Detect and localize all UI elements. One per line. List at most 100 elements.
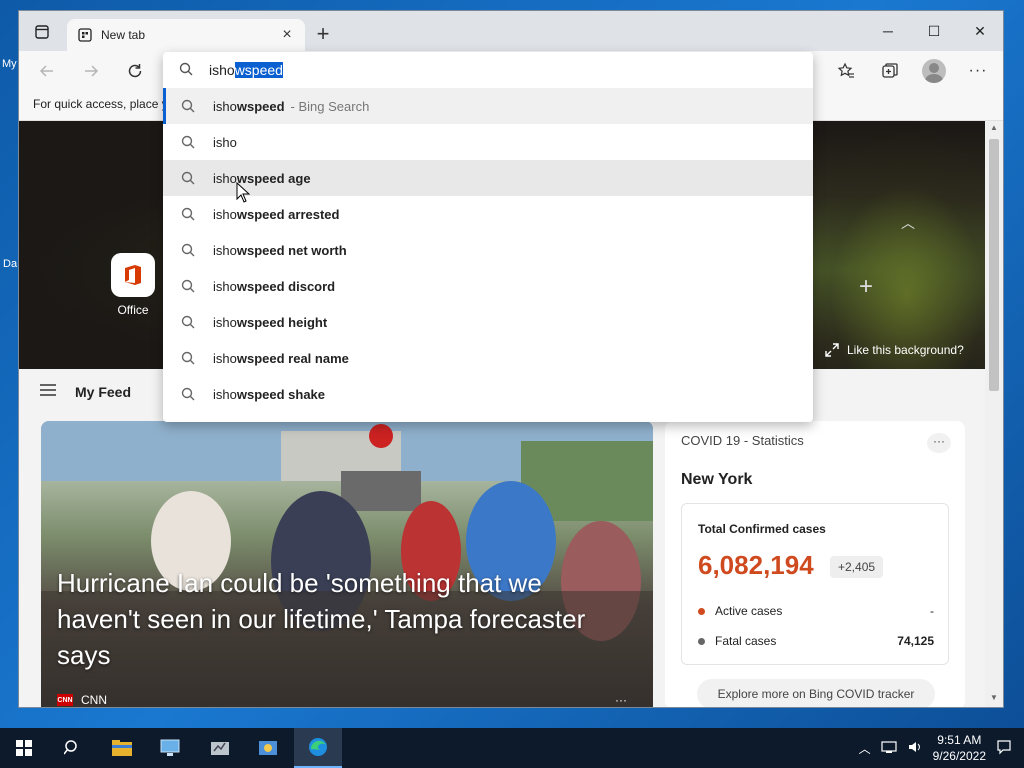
active-dot-icon <box>698 607 705 615</box>
maximize-button[interactable]: ☐ <box>911 11 957 51</box>
suggestion-text: ishowspeed net worth <box>213 243 347 258</box>
news-card[interactable]: Hurricane Ian could be 'something that w… <box>41 421 653 707</box>
favorites-button[interactable] <box>831 57 861 85</box>
suggestion-completion: wspeed <box>236 98 285 114</box>
fatal-cases-label: Fatal cases <box>715 634 777 648</box>
close-tab-icon[interactable]: × <box>279 26 295 43</box>
hamburger-menu-icon[interactable] <box>39 383 57 400</box>
desktop-icon-label[interactable]: My <box>2 58 17 70</box>
suggestion-item[interactable]: ishowspeed - Bing Search <box>163 88 813 124</box>
address-bar-input[interactable]: ishowspeed <box>163 52 813 88</box>
start-button[interactable] <box>0 728 48 768</box>
minimize-button[interactable]: ─ <box>865 11 911 51</box>
tab-actions-button[interactable] <box>27 21 57 43</box>
suggestion-prefix: isho <box>213 278 237 294</box>
tab-bar: New tab × + ─ ☐ ✕ <box>19 11 1003 51</box>
suggestion-prefix: isho <box>213 386 237 402</box>
suggestion-item[interactable]: ishowspeed net worth <box>163 232 813 268</box>
scroll-thumb[interactable] <box>989 139 999 391</box>
covid-region: New York <box>681 471 753 488</box>
search-icon <box>179 387 197 401</box>
chevron-up-icon[interactable]: ︿ <box>859 740 871 757</box>
suggestion-prefix: isho <box>213 98 237 114</box>
search-icon <box>179 207 197 221</box>
browser-window: New tab × + ─ ☐ ✕ ··· For quick access, … <box>18 10 1004 708</box>
news-headline[interactable]: Hurricane Ian could be 'something that w… <box>57 565 617 673</box>
scroll-up-icon[interactable]: ▲ <box>985 123 1003 137</box>
chevron-up-icon[interactable]: ︿ <box>901 213 915 233</box>
covid-more-button[interactable]: ··· <box>927 433 951 453</box>
suggestion-item[interactable]: isho <box>163 124 813 160</box>
back-button[interactable] <box>35 59 59 83</box>
office-logo-icon <box>125 265 141 285</box>
active-cases-row: Active cases - <box>698 604 934 618</box>
refresh-button[interactable] <box>123 59 147 83</box>
close-window-button[interactable]: ✕ <box>957 11 1003 51</box>
search-icon <box>179 62 193 79</box>
page-scrollbar[interactable]: ▲ ▼ <box>985 121 1003 707</box>
suggestion-text: ishowspeed age <box>213 171 311 186</box>
suggestion-completion: wspeed real name <box>236 350 349 366</box>
volume-icon[interactable] <box>907 740 923 757</box>
fatal-cases-value: 74,125 <box>897 634 934 648</box>
taskbar-search-button[interactable] <box>48 728 96 768</box>
taskbar-app-3[interactable] <box>196 728 244 768</box>
taskbar-app-2[interactable] <box>146 728 194 768</box>
suggestion-item[interactable]: ishowspeed height <box>163 304 813 340</box>
suggestion-prefix: isho <box>213 206 237 222</box>
suggestion-prefix: isho <box>213 242 237 258</box>
typed-prefix: isho <box>209 62 235 78</box>
new-tab-button[interactable]: + <box>311 23 335 47</box>
suggestion-text: ishowspeed shake <box>213 387 325 402</box>
suggestion-completion: wspeed discord <box>236 278 336 294</box>
suggestion-completion: wspeed height <box>236 314 328 330</box>
hero-glow <box>787 121 987 369</box>
suggestion-prefix: isho <box>213 170 237 186</box>
total-cases-label: Total Confirmed cases <box>698 522 826 536</box>
suggestion-completion: wspeed net worth <box>236 242 347 258</box>
tab-title: New tab <box>101 28 146 42</box>
clock[interactable]: 9:51 AM 9/26/2022 <box>933 732 986 764</box>
total-cases-value: 6,082,194 <box>698 550 814 580</box>
profile-button[interactable] <box>919 57 949 85</box>
taskbar-app-4[interactable] <box>244 728 292 768</box>
suggestion-text: ishowspeed height <box>213 315 327 330</box>
news-more-button[interactable]: ··· <box>615 693 627 707</box>
suggestion-prefix: isho <box>213 134 237 150</box>
notifications-icon[interactable] <box>996 739 1012 758</box>
suggestion-text: isho <box>213 135 237 150</box>
more-dots-icon: ··· <box>968 62 988 79</box>
collections-button[interactable] <box>875 57 905 85</box>
expand-icon <box>825 343 839 357</box>
typed-text: ishowspeed <box>209 62 283 78</box>
suggestion-item[interactable]: ishowspeed discord <box>163 268 813 304</box>
suggestion-item[interactable]: ishowspeed age <box>163 160 813 196</box>
cnn-logo-icon: CNN <box>57 694 73 706</box>
file-explorer-button[interactable] <box>98 728 146 768</box>
new-tab-page-icon <box>77 27 93 43</box>
suggestion-item[interactable]: ishowspeed real name <box>163 340 813 376</box>
suggestion-item[interactable]: ishowspeed shake <box>163 376 813 412</box>
autocomplete-selection: wspeed <box>234 62 283 78</box>
like-background-button[interactable]: Like this background? <box>825 343 964 357</box>
search-icon <box>179 171 197 185</box>
office-quick-link[interactable] <box>111 253 155 297</box>
clock-time: 9:51 AM <box>937 733 982 747</box>
address-bar-dropdown: ishowspeed ishowspeed - Bing Search isho is… <box>163 52 813 422</box>
settings-more-button[interactable]: ··· <box>963 57 993 85</box>
search-icon <box>179 351 197 365</box>
clock-date: 9/26/2022 <box>932 749 986 763</box>
tab-new-tab[interactable]: New tab × <box>67 19 305 51</box>
avatar <box>922 59 946 83</box>
network-icon[interactable] <box>881 740 897 757</box>
forward-button[interactable] <box>79 59 103 83</box>
edge-taskbar-button[interactable] <box>294 728 342 768</box>
desktop-icon-label[interactable]: Da <box>3 258 17 270</box>
feed-title[interactable]: My Feed <box>75 384 131 400</box>
suggestion-item[interactable]: ishowspeed arrested <box>163 196 813 232</box>
scroll-down-icon[interactable]: ▼ <box>985 693 1003 707</box>
feed-header: My Feed <box>39 383 131 400</box>
tools-icon <box>211 742 229 755</box>
add-shortcut-icon[interactable]: + <box>859 273 873 301</box>
covid-tracker-link[interactable]: Explore more on Bing COVID tracker <box>697 679 935 707</box>
